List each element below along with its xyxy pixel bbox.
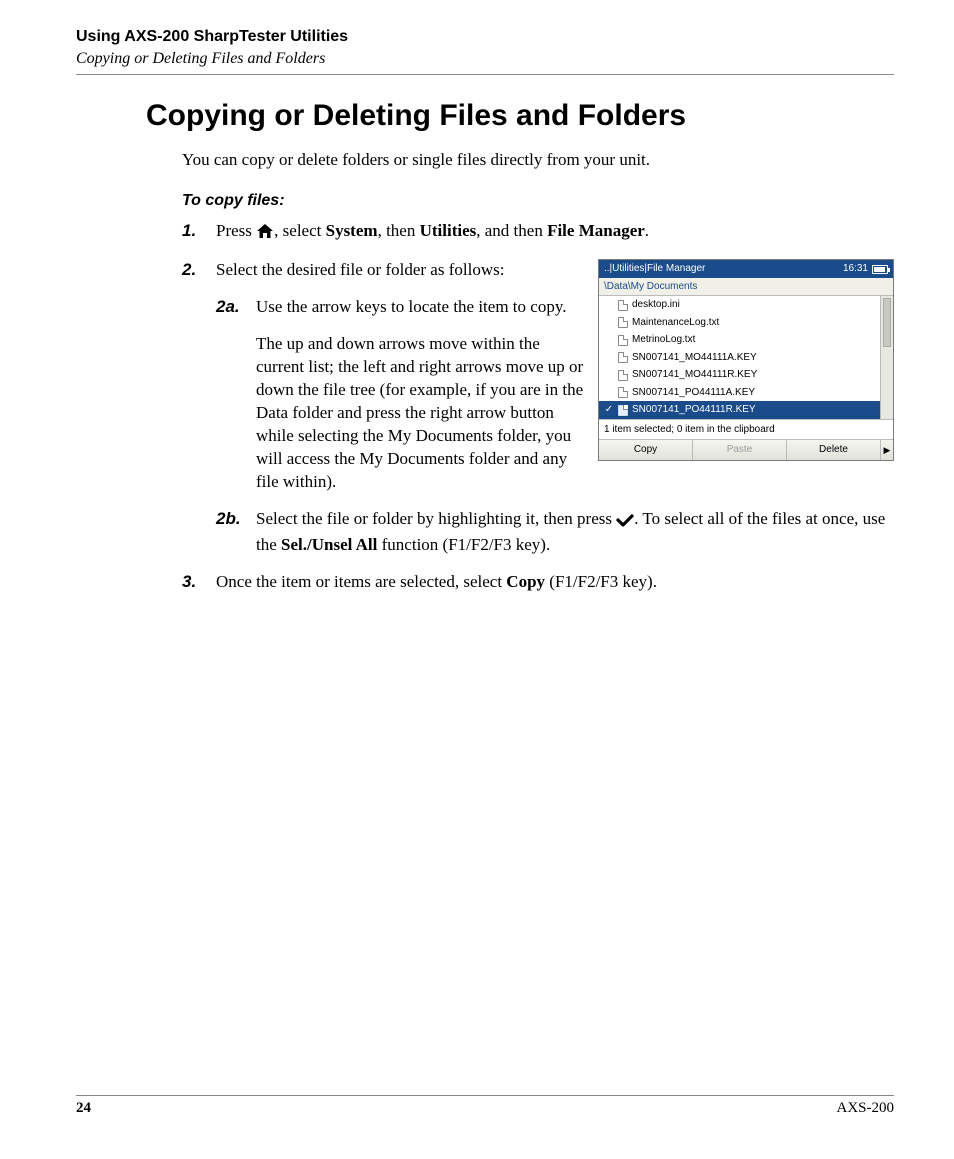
file-row[interactable]: ✓SN007141_MO44111R.KEY	[599, 366, 880, 384]
file-icon	[618, 317, 628, 328]
file-row-selected[interactable]: ✓SN007141_PO44111R.KEY	[599, 401, 880, 419]
step1-text-e: .	[645, 221, 649, 240]
step-number: 1.	[182, 220, 216, 246]
file-row[interactable]: ✓MaintenanceLog.txt	[599, 314, 880, 332]
softkey-paste[interactable]: Paste	[693, 440, 787, 460]
file-row[interactable]: ✓MetrinoLog.txt	[599, 331, 880, 349]
screenshot-path: \Data\My Documents	[599, 278, 893, 297]
step-1: 1. Press , select System, then Utilities…	[182, 220, 894, 246]
footer-rule	[76, 1095, 894, 1096]
scrollbar[interactable]	[880, 296, 893, 419]
step3-text-a: Once the item or items are selected, sel…	[216, 572, 506, 591]
step-2b: 2b. Select the file or folder by highlig…	[216, 508, 894, 557]
substep-number: 2a.	[216, 296, 256, 494]
step-number: 3.	[182, 571, 216, 594]
footer-product: AXS-200	[836, 1100, 894, 1117]
battery-icon	[872, 265, 888, 274]
file-name: MetrinoLog.txt	[632, 333, 695, 347]
file-icon	[618, 300, 628, 311]
step-text: Once the item or items are selected, sel…	[216, 571, 894, 594]
step-3: 3. Once the item or items are selected, …	[182, 571, 894, 594]
procedure-subhead: To copy files:	[182, 190, 894, 212]
step1-text-c: , then	[378, 221, 420, 240]
step2a-p2: The up and down arrows move within the c…	[256, 333, 584, 494]
step-2: 2. Select the desired file or folder as …	[182, 259, 584, 282]
intro-text: You can copy or delete folders or single…	[182, 149, 894, 172]
step2-text: Select the desired file or folder as fol…	[216, 259, 584, 282]
file-row[interactable]: ✓desktop.ini	[599, 296, 880, 314]
softkey-more-icon[interactable]: ▶	[881, 440, 893, 460]
file-icon	[618, 387, 628, 398]
substep-number: 2b.	[216, 508, 256, 557]
screenshot-time: 16:31	[843, 262, 868, 276]
file-row[interactable]: ✓SN007141_PO44111A.KEY	[599, 384, 880, 402]
step-number: 2.	[182, 259, 216, 282]
step-text: Press , select System, then Utilities, a…	[216, 220, 894, 246]
file-icon	[618, 405, 628, 416]
step1-text-d: , and then	[476, 221, 547, 240]
step1-text-a: Press	[216, 221, 256, 240]
header-rule	[76, 74, 894, 75]
step2b-text-a: Select the file or folder by highlightin…	[256, 509, 616, 528]
step2b-text-c: function (F1/F2/F3 key).	[377, 535, 550, 554]
page-footer: 24 AXS-200	[76, 1095, 894, 1117]
file-row[interactable]: ✓SN007141_MO44111A.KEY	[599, 349, 880, 367]
header-chapter: Using AXS-200 SharpTester Utilities	[76, 28, 894, 46]
label-copy: Copy	[506, 572, 545, 591]
file-icon	[618, 335, 628, 346]
file-manager-screenshot: ..|Utilities|File Manager 16:31 \Data\My…	[598, 259, 894, 461]
softkey-copy[interactable]: Copy	[599, 440, 693, 460]
file-name: SN007141_MO44111R.KEY	[632, 368, 757, 382]
file-icon	[618, 352, 628, 363]
substep-text: Select the file or folder by highlightin…	[256, 508, 894, 557]
page-title: Copying or Deleting Files and Folders	[146, 99, 894, 133]
home-icon	[256, 223, 274, 246]
screenshot-file-list: ✓desktop.ini ✓MaintenanceLog.txt ✓Metrin…	[599, 296, 880, 419]
screenshot-breadcrumb: ..|Utilities|File Manager	[604, 262, 705, 276]
label-file-manager: File Manager	[547, 221, 645, 240]
step-2a: 2a. Use the arrow keys to locate the ite…	[216, 296, 584, 494]
step2a-p1: Use the arrow keys to locate the item to…	[256, 296, 584, 319]
screenshot-softkeys: Copy Paste Delete ▶	[599, 439, 893, 460]
softkey-delete[interactable]: Delete	[787, 440, 881, 460]
file-name: desktop.ini	[632, 298, 680, 312]
file-name: MaintenanceLog.txt	[632, 316, 719, 330]
label-utilities: Utilities	[420, 221, 477, 240]
substep-text: Use the arrow keys to locate the item to…	[256, 296, 584, 494]
screenshot-titlebar: ..|Utilities|File Manager 16:31	[599, 260, 893, 278]
file-name: SN007141_PO44111A.KEY	[632, 386, 755, 400]
step-text: Select the desired file or folder as fol…	[216, 259, 584, 282]
screenshot-statusbar: 1 item selected; 0 item in the clipboard	[599, 419, 893, 440]
label-sel-unsel-all: Sel./Unsel All	[281, 535, 377, 554]
page-number: 24	[76, 1100, 91, 1117]
step1-text-b: , select	[274, 221, 325, 240]
file-name: SN007141_MO44111A.KEY	[632, 351, 757, 365]
label-system: System	[326, 221, 378, 240]
step3-text-b: (F1/F2/F3 key).	[545, 572, 657, 591]
file-icon	[618, 370, 628, 381]
header-section: Copying or Deleting Files and Folders	[76, 50, 894, 68]
file-name: SN007141_PO44111R.KEY	[632, 403, 756, 417]
checkmark-icon	[616, 511, 634, 534]
